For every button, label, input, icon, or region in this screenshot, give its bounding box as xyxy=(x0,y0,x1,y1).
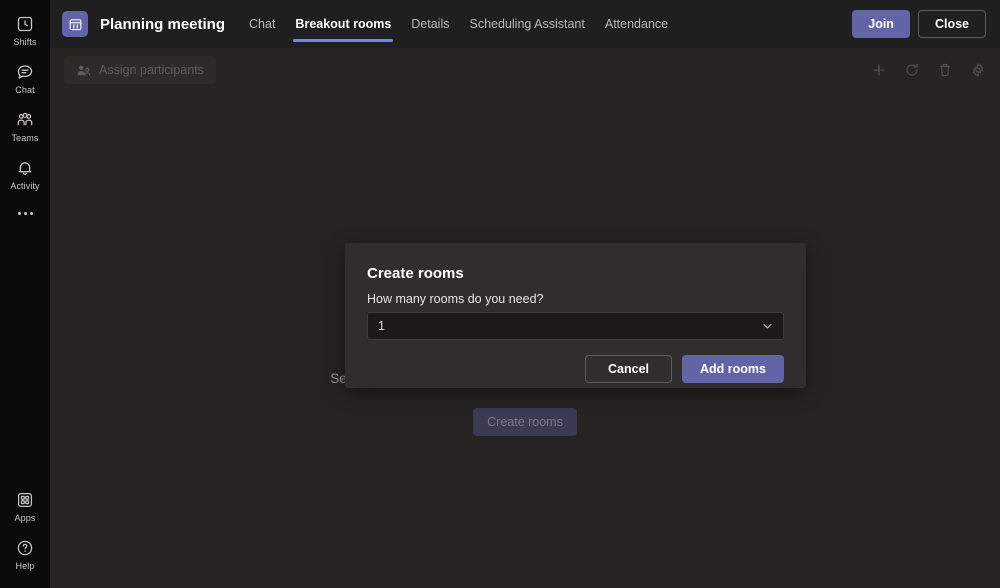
app-rail: Shifts Chat Teams Activity Apps Help xyxy=(0,0,50,588)
rail-item-activity[interactable]: Activity xyxy=(0,150,50,198)
recreate-rooms-icon[interactable] xyxy=(904,62,920,78)
rail-item-help[interactable]: Help xyxy=(0,530,50,578)
calendar-meeting-icon xyxy=(62,11,88,37)
tab-label: Attendance xyxy=(604,17,669,31)
assign-participants-label: Assign participants xyxy=(99,63,204,77)
cancel-button[interactable]: Cancel xyxy=(585,355,673,383)
tab-attendance[interactable]: Attendance xyxy=(595,0,678,48)
breakout-rooms-toolbar: Assign participants xyxy=(50,48,1000,92)
tab-breakout-rooms[interactable]: Breakout rooms xyxy=(285,0,401,48)
close-button[interactable]: Close xyxy=(917,10,986,38)
chat-icon xyxy=(15,62,35,82)
activity-bell-icon xyxy=(15,158,35,178)
meeting-tabs: Chat Breakout rooms Details Scheduling A… xyxy=(239,0,678,48)
rooms-count-value: 1 xyxy=(378,319,385,333)
join-button[interactable]: Join xyxy=(852,10,910,38)
rail-item-shifts[interactable]: Shifts xyxy=(0,6,50,54)
dialog-title: Create rooms xyxy=(367,265,464,282)
rail-item-label: Help xyxy=(15,561,35,571)
rail-item-label: Activity xyxy=(10,181,40,191)
shifts-icon xyxy=(15,14,35,34)
rail-item-label: Teams xyxy=(11,133,39,143)
chevron-down-icon xyxy=(761,320,774,333)
add-room-icon[interactable] xyxy=(871,62,887,78)
assign-participants-button[interactable]: Assign participants xyxy=(64,56,216,84)
add-rooms-button[interactable]: Add rooms xyxy=(682,355,784,383)
tab-label: Chat xyxy=(249,17,276,31)
tab-label: Breakout rooms xyxy=(295,17,392,31)
header-actions: Join Close xyxy=(852,10,986,38)
rail-item-label: Chat xyxy=(15,85,35,95)
create-rooms-button[interactable]: Create rooms xyxy=(473,408,577,436)
teams-icon xyxy=(15,110,35,130)
rail-item-teams[interactable]: Teams xyxy=(0,102,50,150)
create-rooms-dialog: Create rooms How many rooms do you need?… xyxy=(345,243,806,388)
rail-item-label: Shifts xyxy=(13,37,37,47)
rail-bottom-group: Apps Help xyxy=(0,482,50,588)
rooms-count-select[interactable]: 1 xyxy=(367,312,784,340)
rooms-count-label: How many rooms do you need? xyxy=(367,292,544,306)
tab-label: Details xyxy=(411,17,450,31)
toolbar-icon-group xyxy=(871,62,986,78)
meeting-header: Planning meeting Chat Breakout rooms Det… xyxy=(50,0,1000,48)
tab-scheduling-assistant[interactable]: Scheduling Assistant xyxy=(460,0,595,48)
rail-item-chat[interactable]: Chat xyxy=(0,54,50,102)
apps-icon xyxy=(15,490,35,510)
more-options-icon[interactable] xyxy=(0,198,50,215)
page-title: Planning meeting xyxy=(100,15,226,33)
tab-details[interactable]: Details xyxy=(401,0,459,48)
help-icon xyxy=(15,538,35,558)
rail-item-label: Apps xyxy=(14,513,36,523)
tab-label: Scheduling Assistant xyxy=(469,17,585,31)
tab-chat[interactable]: Chat xyxy=(239,0,285,48)
main-pane: Planning meeting Chat Breakout rooms Det… xyxy=(50,0,1000,588)
people-assign-icon xyxy=(76,63,91,78)
rail-item-apps[interactable]: Apps xyxy=(0,482,50,530)
dialog-actions: Cancel Add rooms xyxy=(367,355,784,383)
delete-rooms-icon[interactable] xyxy=(937,62,953,78)
teams-window: Shifts Chat Teams Activity Apps Help Pla… xyxy=(0,0,1000,588)
rooms-settings-gear-icon[interactable] xyxy=(970,62,986,78)
